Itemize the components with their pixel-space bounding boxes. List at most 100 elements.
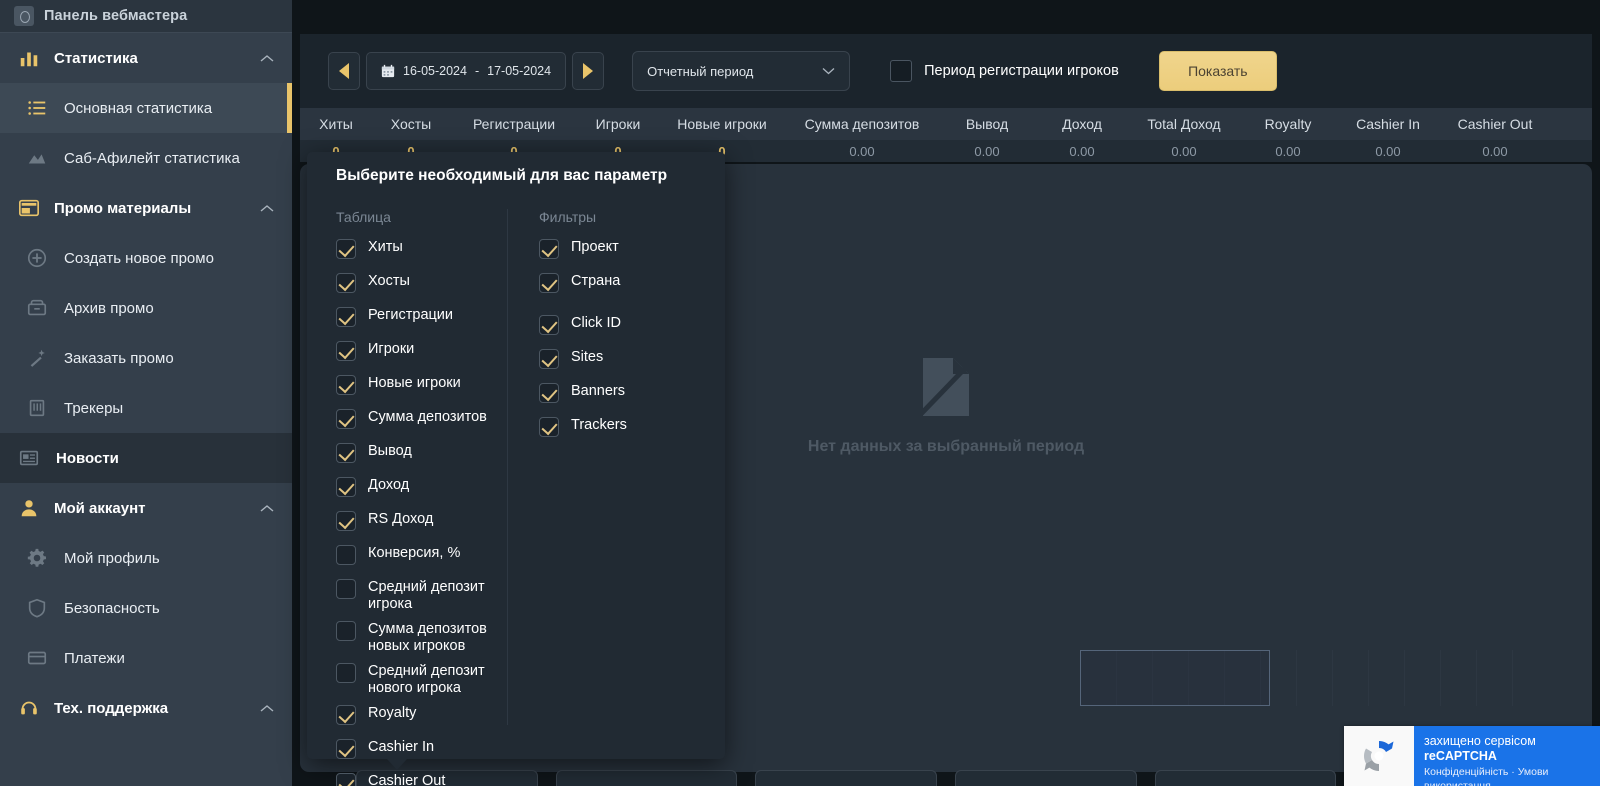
sidebar-group-tech-podderzhka[interactable]: Тех. поддержка xyxy=(0,683,292,733)
checkbox-checked-icon[interactable] xyxy=(336,375,356,395)
checkbox-checked-icon[interactable] xyxy=(336,409,356,429)
bottom-filter-select[interactable] xyxy=(1154,770,1337,786)
ghost-selection-box[interactable] xyxy=(1080,650,1270,706)
checkbox-checked-icon[interactable] xyxy=(336,773,356,786)
sidebar-item-platezhi[interactable]: Платежи xyxy=(0,633,292,683)
table-header-row: Хиты Хосты Регистрации Игроки Новые игроки Су… xyxy=(300,108,1592,140)
sidebar-item-trekery[interactable]: Трекеры xyxy=(0,383,292,433)
checkbox-checked-icon[interactable] xyxy=(336,307,356,327)
table-column-header[interactable]: Cashier Out xyxy=(1440,116,1550,132)
sidebar-item-bezopasnost[interactable]: Безопасность xyxy=(0,583,292,633)
brand-header[interactable]: Панель вебмастера xyxy=(0,0,292,33)
show-button[interactable]: Показать xyxy=(1158,51,1277,91)
checkbox-checked-icon[interactable] xyxy=(336,739,356,759)
table-column-header[interactable]: Total Доход xyxy=(1128,116,1240,132)
table-column-option-label: Сумма депозитов новых игроков xyxy=(368,621,487,654)
table-column-option[interactable]: Сумма депозитов xyxy=(336,407,507,435)
sidebar-item-sozdat-novoe-promo[interactable]: Создать новое промо xyxy=(0,233,292,283)
table-column-option[interactable]: Cashier In xyxy=(336,737,507,765)
table-column-option[interactable]: Средний депозит нового игрока xyxy=(336,661,507,697)
sidebar-item-zakazat-promo[interactable]: Заказать промо xyxy=(0,333,292,383)
checkbox-unchecked-icon[interactable] xyxy=(336,621,356,641)
table-column-total: 0.00 xyxy=(1171,143,1197,159)
sidebar-group-promo-materialy[interactable]: Промо материалы xyxy=(0,183,292,233)
checkbox-checked-icon[interactable] xyxy=(539,349,559,369)
checkbox-checked-icon[interactable] xyxy=(539,417,559,437)
table-column-option[interactable]: RS Доход xyxy=(336,509,507,537)
table-column-option[interactable]: Вывод xyxy=(336,441,507,469)
checkbox-checked-icon[interactable] xyxy=(336,477,356,497)
table-column-header[interactable]: Хосты xyxy=(372,116,450,132)
checkbox-checked-icon[interactable] xyxy=(336,705,356,725)
registration-period-checkbox[interactable]: Период регистрации игроков xyxy=(890,60,1119,82)
table-column-header[interactable]: Новые игроки xyxy=(658,116,786,132)
checkbox-checked-icon[interactable] xyxy=(336,443,356,463)
sidebar-item-sub-affiliate-statistika[interactable]: Саб-Афилейт статистика xyxy=(0,133,292,183)
checkbox-unchecked-icon[interactable] xyxy=(336,663,356,683)
table-column-option[interactable]: Игроки xyxy=(336,339,507,367)
recaptcha-badge[interactable]: захищено сервісом reCAPTCHA Конфіденційн… xyxy=(1344,726,1600,786)
table-column-header[interactable]: Royalty xyxy=(1240,116,1336,132)
table-column-option[interactable]: Новые игроки xyxy=(336,373,507,401)
chevron-up-icon[interactable] xyxy=(260,504,274,513)
bottom-filter-select[interactable] xyxy=(755,770,938,786)
checkbox-checked-icon[interactable] xyxy=(336,511,356,531)
filter-option[interactable]: Trackers xyxy=(539,415,725,443)
sidebar-group-statistika[interactable]: Статистика xyxy=(0,33,292,83)
checkbox-unchecked-icon[interactable] xyxy=(336,579,356,599)
checkbox-checked-icon[interactable] xyxy=(539,239,559,259)
recaptcha-icon xyxy=(1363,741,1394,771)
sidebar-item-label: Заказать промо xyxy=(64,349,174,367)
chevron-up-icon[interactable] xyxy=(260,54,274,63)
plus-circle-icon xyxy=(27,248,47,268)
popup-title: Выберите необходимый для вас параметр xyxy=(336,167,668,184)
filter-option[interactable]: Banners xyxy=(539,381,725,409)
sidebar-group-label: Промо материалы xyxy=(54,199,192,217)
checkbox-checked-icon[interactable] xyxy=(336,273,356,293)
bottom-filter-select[interactable] xyxy=(555,770,738,786)
table-column-header[interactable]: Хиты xyxy=(300,116,372,132)
checkbox-checked-icon[interactable] xyxy=(539,315,559,335)
table-column-option[interactable]: Royalty xyxy=(336,703,507,731)
filter-option[interactable]: Click ID xyxy=(539,313,725,341)
sidebar-item-novosti[interactable]: Новости xyxy=(0,433,292,483)
chevron-up-icon[interactable] xyxy=(260,704,274,713)
checkbox-checked-icon[interactable] xyxy=(336,239,356,259)
column-chooser-popup: Выберите необходимый для вас параметр Та… xyxy=(307,152,725,786)
period-type-select[interactable]: Отчетный период xyxy=(632,51,851,91)
table-column-option[interactable]: Хосты xyxy=(336,271,507,299)
sidebar-item-osnovnaya-statistika[interactable]: Основная статистика xyxy=(0,83,292,133)
sidebar-item-moy-profil[interactable]: Мой профиль xyxy=(0,533,292,583)
table-column-header[interactable]: Игроки xyxy=(578,116,658,132)
prev-period-button[interactable] xyxy=(328,52,360,90)
filter-option[interactable]: Sites xyxy=(539,347,725,375)
table-column-option[interactable]: Конверсия, % xyxy=(336,543,507,571)
checkbox-unchecked-icon[interactable] xyxy=(336,545,356,565)
table-column-header[interactable]: Регистрации xyxy=(450,116,578,132)
next-period-button[interactable] xyxy=(572,52,605,90)
bottom-filter-select[interactable] xyxy=(955,770,1137,786)
table-column-header[interactable]: Доход xyxy=(1036,116,1128,132)
table-column-option[interactable]: Сумма депозитов новых игроков xyxy=(336,619,507,655)
table-column-option[interactable]: Средний депозит игрока xyxy=(336,577,507,613)
date-range-input[interactable]: 16-05-2024 - 17-05-2024 xyxy=(366,52,567,90)
table-column-option[interactable]: Доход xyxy=(336,475,507,503)
chevron-up-icon[interactable] xyxy=(260,204,274,213)
filter-option[interactable]: Проект xyxy=(539,237,725,265)
table-column-option[interactable]: Регистрации xyxy=(336,305,507,333)
checkbox-checked-icon[interactable] xyxy=(336,341,356,361)
table-column-header[interactable]: Вывод xyxy=(938,116,1036,132)
ghost-grid-cell xyxy=(1332,650,1333,706)
sidebar-group-moy-akkaunt[interactable]: Мой аккаунт xyxy=(0,483,292,533)
table-column-option-label: Доход xyxy=(368,477,410,493)
checkbox-checked-icon[interactable] xyxy=(539,383,559,403)
sidebar-item-arhiv-promo[interactable]: Архив промо xyxy=(0,283,292,333)
table-column-header[interactable]: Сумма депозитов xyxy=(786,116,938,132)
table-column-header[interactable]: Cashier In xyxy=(1336,116,1440,132)
checkbox-box[interactable] xyxy=(890,60,913,82)
table-column-option[interactable]: Cashier Out xyxy=(336,771,507,786)
filter-option[interactable]: Страна xyxy=(539,271,725,299)
checkbox-checked-icon[interactable] xyxy=(539,273,559,293)
table-column-option[interactable]: Хиты xyxy=(336,237,507,265)
recaptcha-line1: захищено сервісом xyxy=(1424,734,1536,748)
